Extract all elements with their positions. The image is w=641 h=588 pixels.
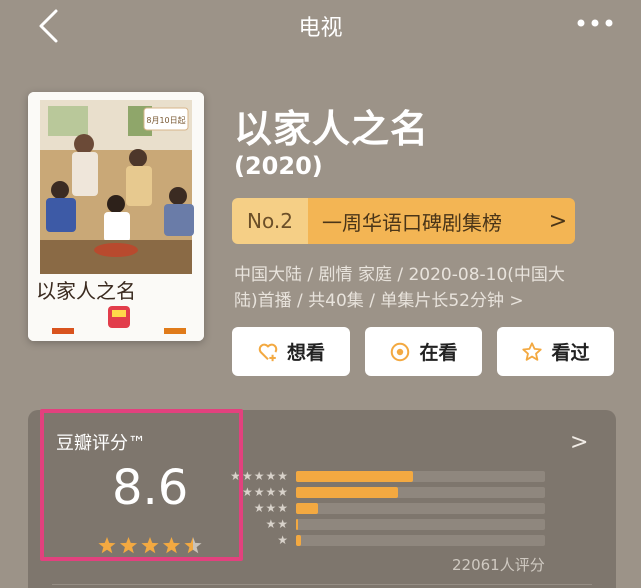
- ranking-badge[interactable]: No.2 一周华语口碑剧集榜 >: [232, 198, 575, 244]
- show-poster[interactable]: 8月10日起 以家人之名: [28, 92, 204, 341]
- distribution-bar-track: [296, 471, 545, 482]
- distribution-bar-track: [296, 503, 545, 514]
- show-meta[interactable]: 中国大陆 / 剧情 家庭 / 2020-08-10(中国大 陆)首播 / 共40…: [234, 262, 604, 314]
- poster-date-banner: 8月10日起: [146, 116, 185, 125]
- top-bar: 电视: [0, 0, 641, 52]
- watched-label: 看过: [551, 342, 590, 364]
- distribution-row: ★: [220, 532, 550, 548]
- divider: [52, 584, 592, 585]
- more-options-icon[interactable]: [575, 16, 615, 30]
- show-year: (2020): [234, 152, 323, 180]
- distribution-bar-fill: [296, 471, 414, 482]
- distribution-bar-track: [296, 519, 545, 530]
- meta-line-2: 陆)首播 / 共40集 / 单集片长52分钟: [234, 291, 504, 311]
- small-stars-icon: ★ ★ ★ ★: [241, 485, 288, 499]
- rank-list-name: 一周华语口碑剧集榜: [308, 198, 541, 244]
- watching-label: 在看: [419, 342, 458, 364]
- star-outline-icon: [522, 341, 543, 361]
- distribution-row: ★ ★ ★ ★ ★: [220, 468, 550, 484]
- distribution-bar-fill: [296, 519, 299, 530]
- watching-button[interactable]: 在看: [365, 327, 482, 376]
- distribution-row: ★ ★ ★: [220, 500, 550, 516]
- distribution-row: ★ ★ ★ ★: [220, 484, 550, 500]
- chevron-right-icon: >: [541, 198, 575, 244]
- show-title: 以家人之名: [234, 107, 430, 151]
- poster-logo-text: 以家人之名: [36, 279, 136, 303]
- distribution-row: ★ ★: [220, 516, 550, 532]
- want-to-watch-button[interactable]: 想看: [232, 327, 350, 376]
- distribution-bar-track: [296, 487, 545, 498]
- distribution-bar-fill: [296, 535, 301, 546]
- rank-number: No.2: [232, 198, 308, 244]
- page-title: 电视: [298, 16, 343, 41]
- distribution-bar-track: [296, 535, 545, 546]
- rating-distribution: ★ ★ ★ ★ ★ ★ ★ ★ ★ ★ ★ ★ ★ ★ ★: [220, 468, 550, 548]
- small-stars-icon: ★ ★: [265, 517, 288, 531]
- chevron-right-icon[interactable]: >: [570, 430, 588, 455]
- chevron-right-icon: >: [509, 291, 524, 311]
- rating-count: 22061人评分: [452, 556, 545, 574]
- want-to-watch-label: 想看: [286, 342, 325, 364]
- watched-button[interactable]: 看过: [497, 327, 614, 376]
- highlight-annotation: [40, 409, 243, 561]
- meta-line-1: 中国大陆 / 剧情 家庭 / 2020-08-10(中国大: [234, 265, 565, 285]
- small-stars-icon: ★ ★ ★: [253, 501, 288, 515]
- heart-plus-icon: [258, 343, 278, 361]
- target-circle-icon: [391, 342, 410, 361]
- distribution-bar-fill: [296, 503, 319, 514]
- small-stars-icon: ★: [277, 533, 288, 547]
- distribution-bar-fill: [296, 487, 399, 498]
